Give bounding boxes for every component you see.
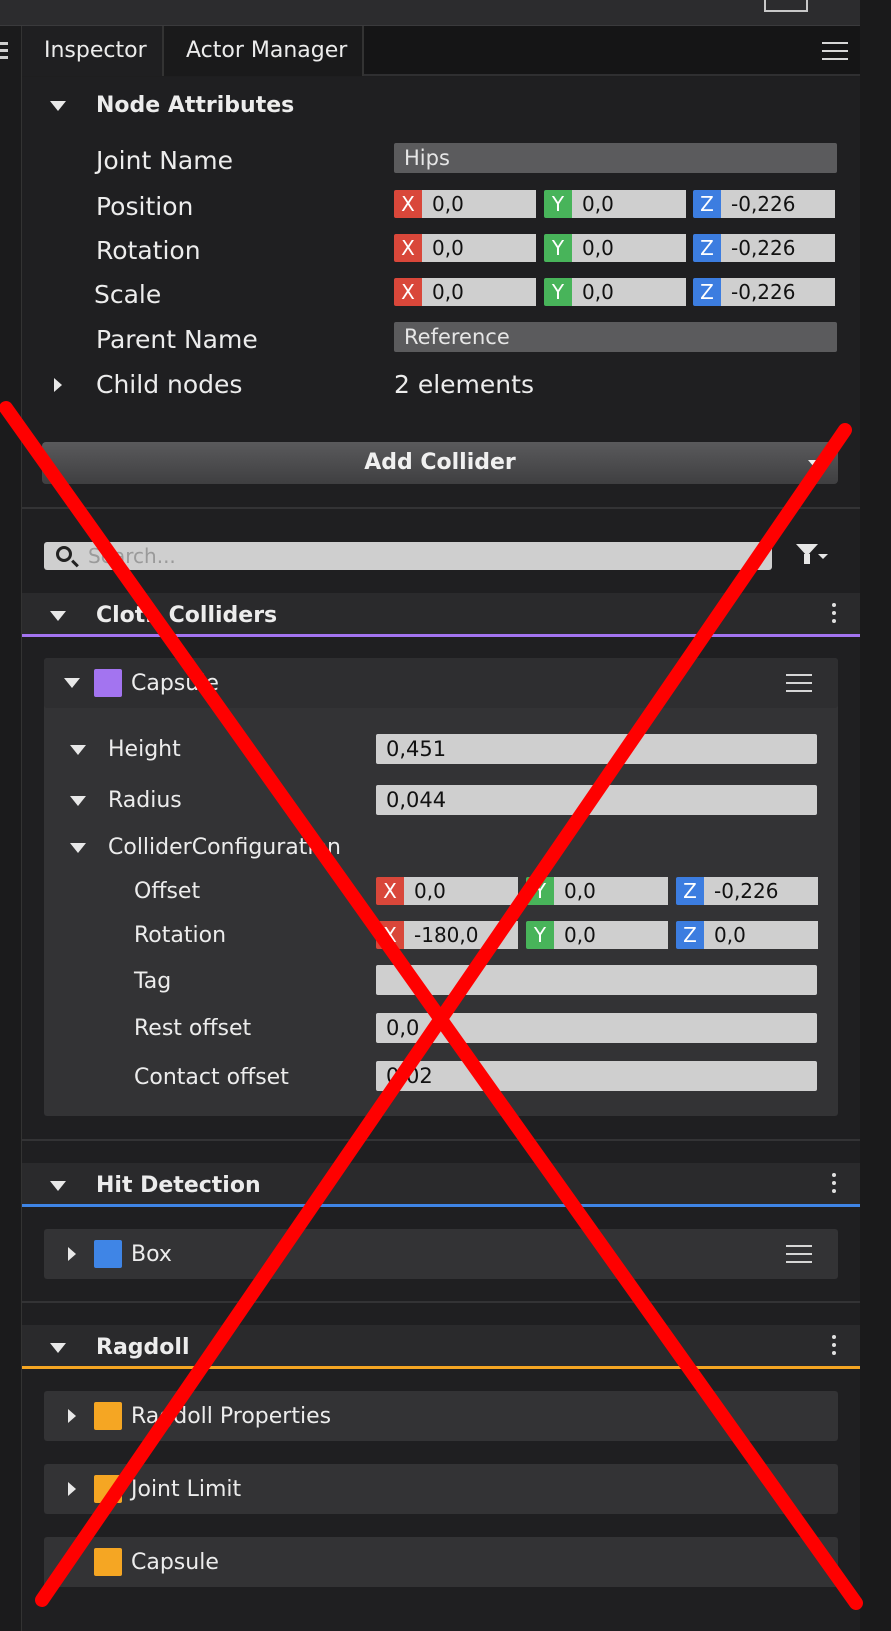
parent-name-label: Parent Name [96,325,258,354]
hamburger-menu-icon[interactable] [786,1245,812,1265]
rest-offset-field[interactable]: 0,0 [376,1013,817,1043]
color-swatch [94,1402,122,1430]
hit-detection-title: Hit Detection [96,1173,261,1198]
collider-rotation-x-field[interactable]: X -180,0 [376,921,518,949]
menu-icon[interactable] [0,42,8,60]
parent-name-field[interactable]: Reference [394,322,837,352]
search-placeholder: Search... [88,544,176,568]
scale-x-field[interactable]: X 0,0 [394,278,536,306]
expand-arrow-icon[interactable] [68,1482,76,1496]
rest-offset-label: Rest offset [134,1016,252,1041]
collapse-arrow-icon[interactable] [50,101,66,111]
node-attributes-title: Node Attributes [96,93,295,118]
rotation-z-field[interactable]: Z -0,226 [693,234,835,262]
color-swatch [94,1548,122,1576]
child-nodes-label: Child nodes [96,370,243,399]
add-collider-label: Add Collider [364,450,516,475]
right-gutter [860,0,891,1631]
hamburger-menu-icon[interactable] [786,674,812,694]
position-x-field[interactable]: X 0,0 [394,190,536,218]
collapse-arrow-icon[interactable] [50,1343,66,1353]
tab-actor-manager[interactable]: Actor Manager [164,26,364,76]
color-swatch [94,1240,122,1268]
position-label: Position [96,192,194,221]
filter-caret-icon[interactable] [818,554,828,559]
cloth-colliders-title: Cloth Colliders [96,603,278,628]
expand-arrow-icon[interactable] [68,1247,76,1261]
position-z-field[interactable]: Z -0,226 [693,190,835,218]
contact-offset-label: Contact offset [134,1065,289,1090]
collapse-arrow-icon[interactable] [70,796,86,806]
collider-rotation-y-field[interactable]: Y 0,0 [526,921,668,949]
scale-z-field[interactable]: Z -0,226 [693,278,835,306]
expand-arrow-icon[interactable] [54,378,62,392]
filter-icon[interactable] [796,544,818,564]
tag-field[interactable] [376,965,817,995]
offset-label: Offset [134,879,201,904]
color-swatch [94,1475,122,1503]
ragdoll-title: Ragdoll [96,1335,190,1360]
tag-label: Tag [134,969,172,994]
rotation-x-field[interactable]: X 0,0 [394,234,536,262]
hamburger-menu-icon[interactable] [822,42,848,62]
joint-name-label: Joint Name [96,146,233,175]
collider-rotation-z-field[interactable]: Z 0,0 [676,921,818,949]
radius-label: Radius [108,788,182,813]
scale-y-field[interactable]: Y 0,0 [544,278,686,306]
search-input[interactable]: Search... [44,542,772,570]
expand-arrow-icon[interactable] [68,1409,76,1423]
box-title: Box [131,1242,172,1267]
offset-z-field[interactable]: Z -0,226 [676,877,818,905]
ragdoll-properties-title: Ragdoll Properties [131,1404,332,1429]
search-icon [56,546,72,562]
collapse-arrow-icon[interactable] [50,1181,66,1191]
more-options-icon[interactable] [832,603,836,627]
divider [22,1301,860,1303]
capsule-title: Capsule [131,671,219,696]
offset-x-field[interactable]: X 0,0 [376,877,518,905]
joint-name-field[interactable]: Hips [394,143,837,173]
color-swatch [94,669,122,697]
rotation-y-field[interactable]: Y 0,0 [544,234,686,262]
ragdoll-capsule-title: Capsule [131,1550,219,1575]
tab-inspector[interactable]: Inspector [22,26,164,76]
collider-rotation-label: Rotation [134,923,227,948]
tab-bar: Inspector Actor Manager [22,26,860,76]
collapse-arrow-icon[interactable] [70,843,86,853]
scale-label: Scale [94,280,162,309]
divider [22,507,860,509]
collapse-arrow-icon[interactable] [64,678,80,688]
left-dock-strip [0,26,22,1631]
rotation-label: Rotation [96,236,201,265]
dropdown-caret-icon[interactable] [808,460,820,467]
collapse-arrow-icon[interactable] [70,745,86,755]
position-y-field[interactable]: Y 0,0 [544,190,686,218]
more-options-icon[interactable] [832,1173,836,1197]
divider [22,1139,860,1141]
child-nodes-value: 2 elements [394,370,534,399]
offset-y-field[interactable]: Y 0,0 [526,877,668,905]
more-options-icon[interactable] [832,1335,836,1359]
top-toolbar [0,0,860,26]
contact-offset-field[interactable]: 0,02 [376,1061,817,1091]
joint-limit-title: Joint Limit [131,1477,242,1502]
collapse-arrow-icon[interactable] [50,611,66,621]
radius-field[interactable]: 0,044 [376,785,817,815]
layout-icon[interactable] [764,0,808,12]
height-label: Height [108,737,181,762]
collider-configuration-label: ColliderConfiguration [108,835,341,860]
height-field[interactable]: 0,451 [376,734,817,764]
add-collider-button[interactable]: Add Collider [42,442,838,484]
